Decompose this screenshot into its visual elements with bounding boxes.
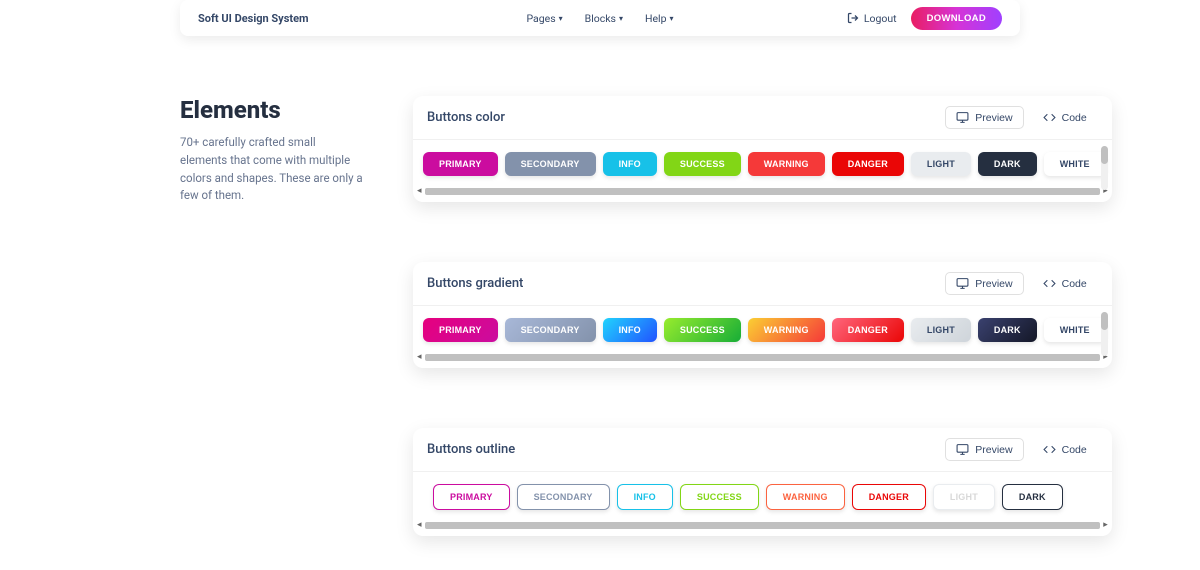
nav-pages[interactable]: Pages ▾ — [526, 12, 562, 25]
download-button[interactable]: DOWNLOAD — [911, 7, 1002, 30]
section-title: Buttons color — [427, 110, 505, 125]
monitor-icon — [956, 443, 969, 456]
scroll-left-icon[interactable]: ◂ — [415, 352, 424, 362]
horizontal-scrollbar[interactable]: ◂ ▸ — [413, 350, 1112, 362]
preview-label: Preview — [975, 278, 1012, 290]
monitor-icon — [956, 111, 969, 124]
btn-primary[interactable]: PRIMARY — [423, 318, 498, 342]
section-title: Buttons outline — [427, 442, 515, 457]
nav-label: Pages — [526, 12, 555, 25]
buttons-row: PRIMARY SECONDARY INFO SUCCESS WARNING D… — [413, 318, 1112, 342]
section-buttons-color: Buttons color Preview Code PRIMARY SECON… — [413, 96, 1112, 202]
logout-icon — [847, 12, 859, 24]
nav-label: Help — [645, 12, 667, 25]
preview-button[interactable]: Preview — [945, 272, 1023, 295]
nav-label: Blocks — [585, 12, 616, 25]
code-icon — [1043, 277, 1056, 290]
horizontal-scrollbar[interactable]: ◂ ▸ — [413, 518, 1112, 530]
code-icon — [1043, 443, 1056, 456]
btn-light[interactable]: LIGHT — [911, 152, 971, 176]
brand[interactable]: Soft UI Design System — [198, 12, 309, 25]
card-actions: Preview Code — [945, 272, 1097, 295]
preview-button[interactable]: Preview — [945, 438, 1023, 461]
section-buttons-outline: Buttons outline Preview Code PRIMARY SEC… — [413, 428, 1112, 536]
scroll-right-icon[interactable]: ▸ — [1101, 520, 1110, 530]
vertical-scrollbar[interactable] — [1101, 312, 1108, 356]
scrollbar-thumb[interactable] — [1101, 146, 1108, 164]
btn-secondary[interactable]: SECONDARY — [517, 484, 610, 510]
nav-center: Pages ▾ Blocks ▾ Help ▾ — [526, 12, 673, 25]
chevron-down-icon: ▾ — [559, 14, 563, 23]
buttons-row: PRIMARY SECONDARY INFO SUCCESS WARNING D… — [413, 152, 1112, 176]
btn-light[interactable]: LIGHT — [911, 318, 971, 342]
main-container: Elements 70+ carefully crafted small ele… — [180, 96, 1020, 536]
card-header: Buttons gradient Preview Code — [413, 262, 1112, 306]
nav-help[interactable]: Help ▾ — [645, 12, 674, 25]
card-actions: Preview Code — [945, 106, 1097, 129]
monitor-icon — [956, 277, 969, 290]
navbar: Soft UI Design System Pages ▾ Blocks ▾ H… — [180, 0, 1020, 36]
card-body: PRIMARY SECONDARY INFO SUCCESS WARNING D… — [413, 472, 1112, 536]
btn-white[interactable]: WHITE — [1044, 318, 1106, 342]
btn-warning[interactable]: WARNING — [766, 484, 845, 510]
sections-wrap: Buttons color Preview Code PRIMARY SECON… — [413, 96, 1112, 536]
code-label: Code — [1062, 112, 1087, 124]
buttons-row: PRIMARY SECONDARY INFO SUCCESS WARNING D… — [413, 484, 1112, 510]
code-button[interactable]: Code — [1032, 106, 1098, 129]
code-button[interactable]: Code — [1032, 272, 1098, 295]
preview-label: Preview — [975, 112, 1012, 124]
card-actions: Preview Code — [945, 438, 1097, 461]
section-title: Buttons gradient — [427, 276, 523, 291]
card-header: Buttons outline Preview Code — [413, 428, 1112, 472]
page-description: 70+ carefully crafted small elements tha… — [180, 134, 365, 205]
card-body: PRIMARY SECONDARY INFO SUCCESS WARNING D… — [413, 140, 1112, 202]
code-label: Code — [1062, 444, 1087, 456]
btn-info[interactable]: INFO — [617, 484, 673, 510]
btn-white[interactable]: WHITE — [1044, 152, 1106, 176]
nav-right: Logout DOWNLOAD — [847, 7, 1002, 30]
btn-danger[interactable]: DANGER — [852, 484, 926, 510]
logout-button[interactable]: Logout — [847, 12, 897, 25]
code-button[interactable]: Code — [1032, 438, 1098, 461]
vertical-scrollbar[interactable] — [1101, 146, 1108, 190]
section-buttons-gradient: Buttons gradient Preview Code PRIMARY SE… — [413, 262, 1112, 368]
btn-warning[interactable]: WARNING — [748, 152, 825, 176]
nav-blocks[interactable]: Blocks ▾ — [585, 12, 623, 25]
scroll-left-icon[interactable]: ◂ — [415, 520, 424, 530]
scrollbar-track[interactable] — [425, 354, 1101, 361]
btn-danger[interactable]: DANGER — [832, 152, 904, 176]
sidebar-info: Elements 70+ carefully crafted small ele… — [180, 96, 365, 536]
preview-button[interactable]: Preview — [945, 106, 1023, 129]
scrollbar-track[interactable] — [425, 188, 1101, 195]
scrollbar-track[interactable] — [425, 522, 1101, 529]
scrollbar-thumb[interactable] — [1101, 312, 1108, 330]
page-title: Elements — [180, 96, 365, 124]
horizontal-scrollbar[interactable]: ◂ ▸ — [413, 184, 1112, 196]
btn-primary[interactable]: PRIMARY — [423, 152, 498, 176]
btn-light[interactable]: LIGHT — [933, 484, 995, 510]
btn-success[interactable]: SUCCESS — [664, 318, 741, 342]
btn-success[interactable]: SUCCESS — [664, 152, 741, 176]
btn-success[interactable]: SUCCESS — [680, 484, 759, 510]
btn-info[interactable]: INFO — [603, 152, 657, 176]
scroll-left-icon[interactable]: ◂ — [415, 186, 424, 196]
btn-warning[interactable]: WARNING — [748, 318, 825, 342]
logout-label: Logout — [864, 12, 897, 25]
preview-label: Preview — [975, 444, 1012, 456]
card-header: Buttons color Preview Code — [413, 96, 1112, 140]
code-label: Code — [1062, 278, 1087, 290]
btn-dark[interactable]: DARK — [1002, 484, 1063, 510]
code-icon — [1043, 111, 1056, 124]
card-body: PRIMARY SECONDARY INFO SUCCESS WARNING D… — [413, 306, 1112, 368]
btn-danger[interactable]: DANGER — [832, 318, 904, 342]
chevron-down-icon: ▾ — [670, 14, 674, 23]
btn-dark[interactable]: DARK — [978, 318, 1037, 342]
btn-secondary[interactable]: SECONDARY — [505, 152, 596, 176]
chevron-down-icon: ▾ — [619, 14, 623, 23]
btn-primary[interactable]: PRIMARY — [433, 484, 510, 510]
btn-dark[interactable]: DARK — [978, 152, 1037, 176]
btn-secondary[interactable]: SECONDARY — [505, 318, 596, 342]
btn-info[interactable]: INFO — [603, 318, 657, 342]
